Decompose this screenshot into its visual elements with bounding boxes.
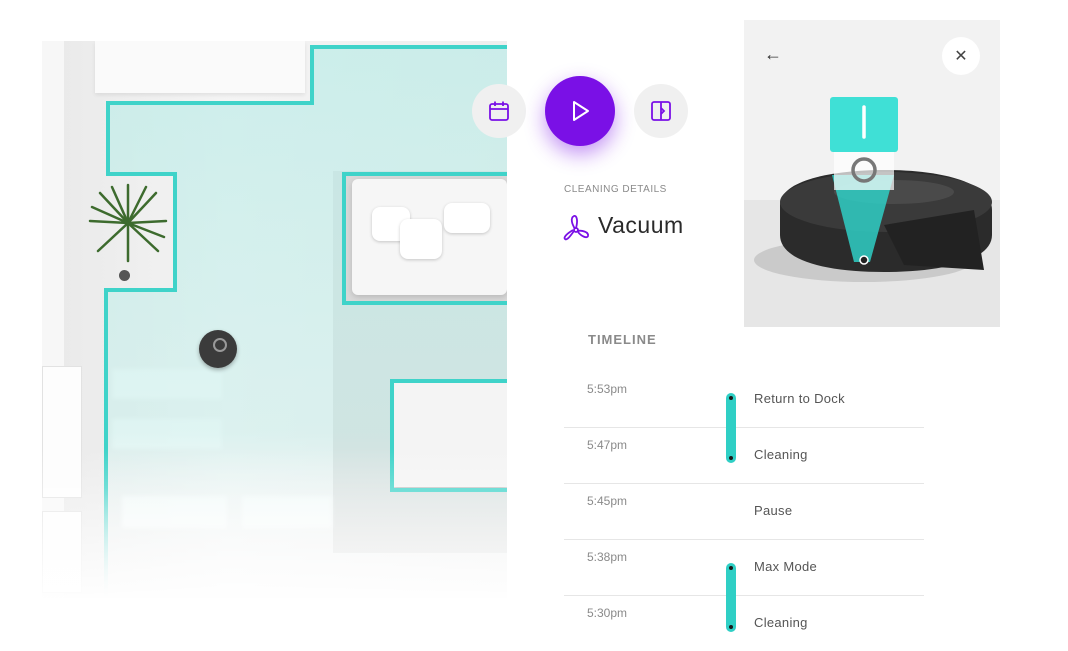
timeline-row: 5:47pm Cleaning [564,427,924,484]
robot-position-marker[interactable] [199,330,237,368]
timeline-time: 5:47pm [587,438,628,452]
obstacle-marker [119,270,130,281]
timeline-row: 5:45pm Pause [564,483,924,540]
cleaning-details-label: CLEANING DETAILS [564,184,667,195]
plant [88,183,168,263]
fan-icon [563,215,589,241]
map-icon [651,101,671,121]
timeline-title: TIMELINE [588,332,657,347]
map-fade [42,448,507,598]
timeline-event: Pause [754,503,793,518]
robot-card: ← ✕ [744,20,1000,327]
timeline-segment-bar [726,393,736,463]
timeline-time: 5:30pm [587,606,628,620]
close-button[interactable]: ✕ [942,37,980,75]
timeline-event: Cleaning [754,447,808,462]
cleaning-mode: Vacuum [562,212,684,246]
floor-map[interactable] [42,41,507,598]
play-icon [573,101,589,121]
timeline-event: Cleaning [754,615,808,630]
map-button[interactable] [634,84,688,138]
timeline-segment-bar [726,563,736,632]
timeline-event: Max Mode [754,559,818,574]
timeline-row: 5:38pm Max Mode [564,539,924,596]
timeline-row: 5:53pm Return to Dock [564,371,924,428]
start-cleaning-button[interactable] [545,76,615,146]
back-arrow-icon[interactable]: ← [764,44,782,65]
timeline-time: 5:38pm [587,550,628,564]
calendar-icon [489,101,509,121]
cleaning-mode-name: Vacuum [598,212,684,238]
timeline-time: 5:45pm [587,494,628,508]
schedule-button[interactable] [472,84,526,138]
timeline-time: 5:53pm [587,382,628,396]
timeline-event: Return to Dock [754,391,845,406]
close-icon: ✕ [954,48,968,65]
timeline-row: 5:30pm Cleaning [564,595,924,651]
